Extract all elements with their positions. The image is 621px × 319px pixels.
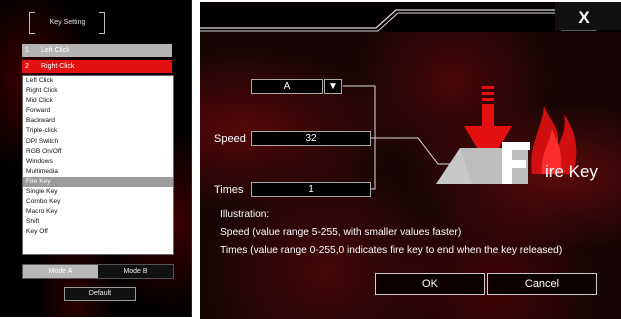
illustration-title: Illustration:: [220, 209, 270, 220]
title-bracket-right: [99, 12, 105, 34]
panel-title: Key Setting: [49, 19, 86, 26]
speed-label: Speed: [214, 133, 246, 145]
speed-input[interactable]: 32: [251, 131, 371, 146]
mode-switch: Mode A Mode B: [22, 264, 174, 279]
function-item[interactable]: Fire Key: [23, 176, 173, 188]
function-item[interactable]: Single Key: [23, 187, 173, 197]
illustration-times: Times (value range 0-255,0 indicates fir…: [220, 245, 563, 256]
function-item[interactable]: Left Click: [23, 76, 173, 86]
key-setting-panel: Key Setting 1 Left Click 2 Right Click L…: [0, 0, 192, 317]
function-list: Left Click Right Click Mid Click Forward Bac…: [22, 75, 174, 255]
default-button[interactable]: Default: [64, 287, 136, 301]
times-label: Times: [214, 184, 244, 196]
key-select[interactable]: A: [251, 79, 323, 94]
fire-key-dialog: X A ▼ Speed 32 Times 1 ire Key Illustrat…: [200, 2, 621, 319]
function-item[interactable]: Backward: [23, 116, 173, 126]
button-label: Right Click: [40, 63, 75, 70]
function-item[interactable]: Mid Click: [23, 96, 173, 106]
function-item[interactable]: RGB On/Off: [23, 147, 173, 157]
function-item[interactable]: Forward: [23, 106, 173, 116]
function-item[interactable]: Triple-click: [23, 126, 173, 136]
mode-b-button[interactable]: Mode B: [98, 265, 173, 278]
button-number: 2: [25, 63, 29, 70]
logo-text: ire Key: [545, 162, 598, 181]
function-item[interactable]: Shift: [23, 217, 173, 227]
times-input[interactable]: 1: [251, 182, 371, 197]
function-item[interactable]: DPI Switch: [23, 137, 173, 147]
cancel-button[interactable]: Cancel: [487, 273, 597, 295]
function-item[interactable]: Key Off: [23, 227, 173, 237]
function-item[interactable]: Macro Key: [23, 207, 173, 217]
illustration-speed: Speed (value range 5-255, with smaller v…: [220, 227, 462, 238]
ok-button[interactable]: OK: [375, 273, 485, 295]
function-item[interactable]: Combo Key: [23, 197, 173, 207]
button-label: Left Click: [40, 47, 70, 54]
function-item[interactable]: Multimedia: [23, 167, 173, 177]
function-item[interactable]: Windows: [23, 157, 173, 167]
button-1-left-click[interactable]: 1 Left Click: [22, 44, 172, 57]
button-number: 1: [25, 47, 29, 54]
chevron-down-icon[interactable]: ▼: [324, 79, 342, 94]
mode-a-button[interactable]: Mode A: [23, 265, 98, 278]
button-2-right-click[interactable]: 2 Right Click: [22, 60, 172, 73]
function-item[interactable]: Right Click: [23, 86, 173, 96]
